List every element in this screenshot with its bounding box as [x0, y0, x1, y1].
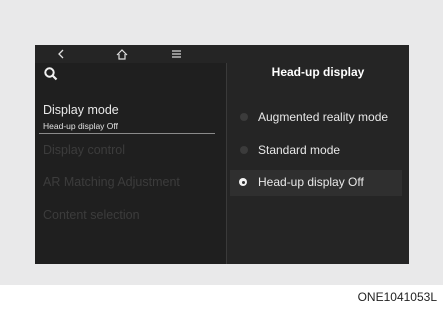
home-glyph: [116, 48, 128, 60]
option-augmented-reality-mode[interactable]: Augmented reality mode: [230, 105, 402, 131]
menu-item-display-control[interactable]: Display control: [43, 143, 125, 157]
menu-item-ar-matching-adjustment[interactable]: AR Matching Adjustment: [43, 175, 180, 189]
option-standard-mode[interactable]: Standard mode: [230, 138, 402, 164]
option-label: Augmented reality mode: [258, 110, 389, 124]
settings-menu-panel: [35, 63, 226, 264]
hamburger-menu-icon[interactable]: [170, 47, 182, 61]
option-head-up-display-off[interactable]: Head-up display Off: [230, 170, 402, 196]
menu-item-content-selection[interactable]: Content selection: [43, 208, 140, 222]
option-label: Standard mode: [258, 143, 341, 157]
panel-divider: [226, 63, 227, 264]
screenshot-frame: Display mode Head-up display Off Display…: [0, 0, 443, 285]
top-navigation-bar: [35, 45, 409, 63]
home-icon[interactable]: [115, 47, 129, 61]
option-label: Head-up display Off: [258, 175, 364, 189]
menu-glyph: [171, 50, 181, 58]
back-icon[interactable]: [55, 47, 67, 61]
menu-item-display-mode[interactable]: Display mode: [43, 103, 119, 117]
menu-item-display-mode-value: Head-up display Off: [43, 121, 118, 131]
search-icon[interactable]: [43, 66, 59, 82]
selected-item-underline: [39, 133, 215, 134]
radio-button-selected[interactable]: [239, 178, 247, 186]
magnifier-glyph: [44, 67, 58, 81]
page-title: Head-up display: [271, 65, 365, 79]
radio-button[interactable]: [240, 113, 248, 121]
chevron-left-icon: [58, 49, 64, 59]
figure-code: ONE1041053L: [357, 290, 437, 304]
radio-button[interactable]: [240, 146, 248, 154]
infotainment-screen: Display mode Head-up display Off Display…: [35, 45, 409, 264]
